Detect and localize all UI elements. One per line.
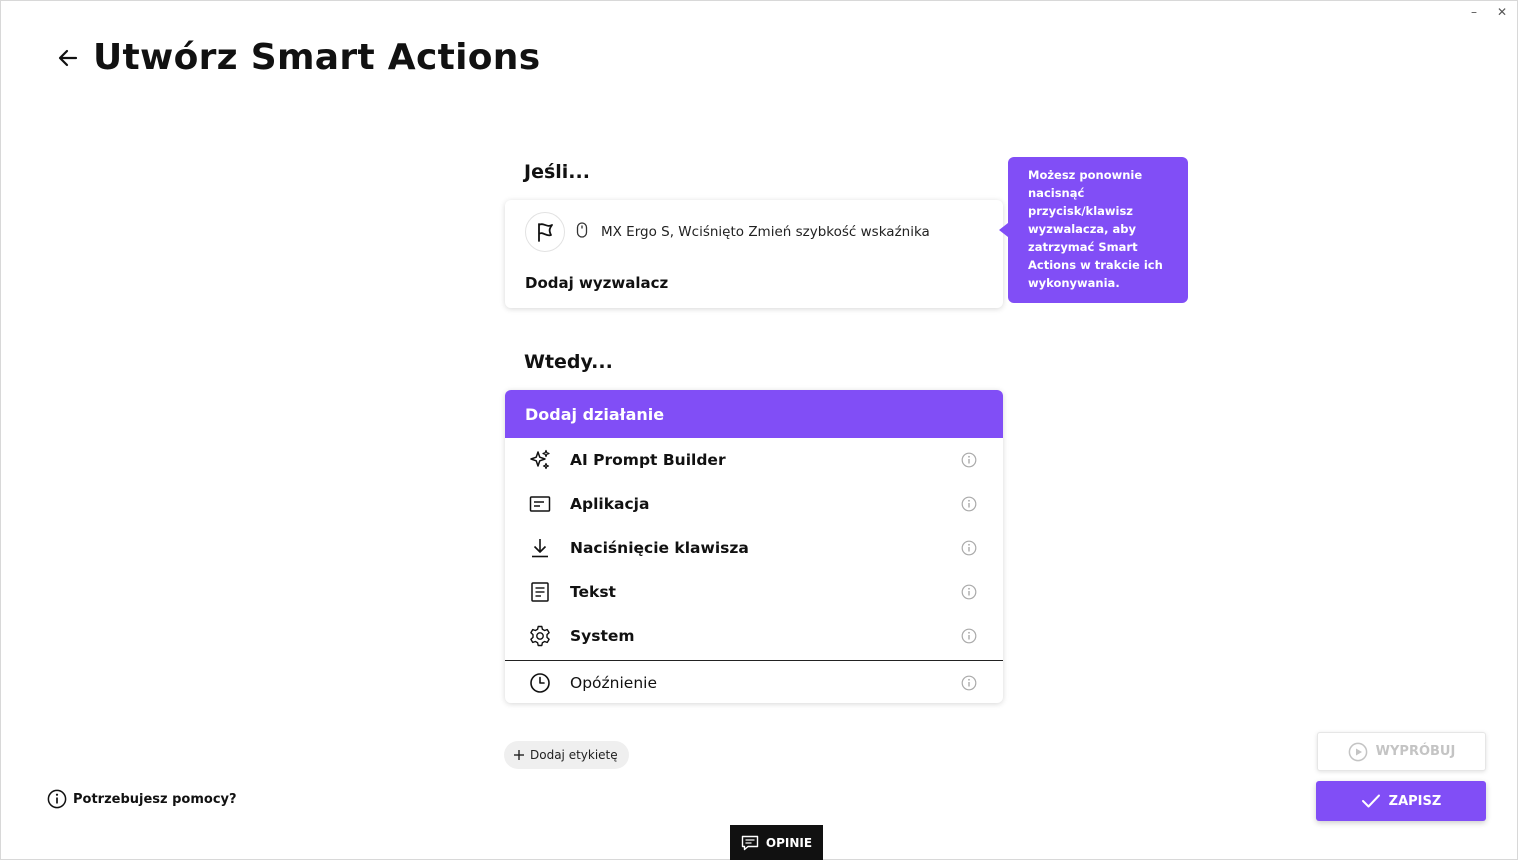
add-action-card: Dodaj działanie AI Prompt Builder Aplika… [505, 390, 1003, 703]
minimize-button[interactable]: – [1467, 5, 1481, 19]
info-icon[interactable] [961, 540, 977, 556]
app-window-icon [529, 493, 551, 515]
add-label-button[interactable]: Dodaj etykietę [504, 741, 629, 769]
try-label: WYPRÓBUJ [1375, 744, 1456, 759]
try-button[interactable]: WYPRÓBUJ [1317, 732, 1486, 771]
tooltip-arrow [999, 223, 1008, 237]
save-label: ZAPISZ [1388, 793, 1442, 809]
mouse-icon [575, 222, 589, 242]
document-icon [529, 581, 551, 603]
action-item-aplikacja[interactable]: Aplikacja [505, 482, 1003, 526]
feedback-button[interactable]: OPINIE [730, 825, 823, 860]
add-trigger-button[interactable]: Dodaj wyzwalacz [525, 274, 668, 292]
download-arrow-icon [529, 537, 551, 559]
info-icon[interactable] [961, 496, 977, 512]
then-section-label: Wtedy... [524, 351, 613, 373]
action-item-ai-prompt-builder[interactable]: AI Prompt Builder [505, 438, 1003, 482]
feedback-label: OPINIE [765, 836, 813, 850]
close-button[interactable]: ✕ [1495, 5, 1509, 19]
action-label: Naciśnięcie klawisza [570, 539, 749, 557]
info-icon[interactable] [961, 584, 977, 600]
help-link[interactable]: Potrzebujesz pomocy? [47, 789, 237, 809]
save-button[interactable]: ZAPISZ [1316, 781, 1486, 821]
action-label: AI Prompt Builder [570, 451, 726, 469]
info-circle-icon [47, 789, 67, 809]
gear-icon [529, 625, 551, 647]
action-label: Opóźnienie [570, 674, 657, 692]
clock-icon [529, 672, 551, 694]
add-label-text: Dodaj etykietę [530, 748, 618, 762]
page-header: Utwórz Smart Actions [55, 37, 540, 78]
add-action-header[interactable]: Dodaj działanie [505, 390, 1003, 438]
action-item-system[interactable]: System [505, 614, 1003, 658]
trigger-row[interactable]: MX Ergo S, Wciśnięto Zmień szybkość wska… [525, 212, 930, 252]
action-item-opoznienie[interactable]: Opóźnienie [505, 661, 1003, 703]
help-label: Potrzebujesz pomocy? [73, 791, 237, 807]
action-item-nacisniecie-klawisza[interactable]: Naciśnięcie klawisza [505, 526, 1003, 570]
plus-icon [514, 750, 524, 760]
arrow-left-icon [58, 49, 78, 66]
page-title: Utwórz Smart Actions [93, 37, 541, 78]
action-label: System [570, 627, 635, 645]
play-icon [1348, 742, 1368, 761]
action-item-tekst[interactable]: Tekst [505, 570, 1003, 614]
flag-icon [525, 212, 565, 252]
action-label: Aplikacja [570, 495, 650, 513]
checkmark-icon [1361, 794, 1380, 808]
info-icon[interactable] [961, 452, 977, 468]
back-button[interactable] [55, 45, 81, 71]
info-icon[interactable] [961, 675, 977, 691]
trigger-description: MX Ergo S, Wciśnięto Zmień szybkość wska… [601, 224, 930, 240]
action-label: Tekst [570, 583, 616, 601]
chat-bubble-icon [741, 835, 759, 851]
trigger-card: MX Ergo S, Wciśnięto Zmień szybkość wska… [505, 200, 1003, 308]
window-controls: – ✕ [1467, 5, 1509, 19]
if-section-label: Jeśli... [524, 161, 590, 183]
sparkles-icon [529, 449, 551, 471]
app-window: – ✕ Utwórz Smart Actions Jeśli... MX Erg… [0, 0, 1518, 860]
tooltip: Możesz ponownie nacisnąć przycisk/klawis… [999, 157, 1188, 303]
tooltip-text: Możesz ponownie nacisnąć przycisk/klawis… [1028, 168, 1163, 290]
info-icon[interactable] [961, 628, 977, 644]
